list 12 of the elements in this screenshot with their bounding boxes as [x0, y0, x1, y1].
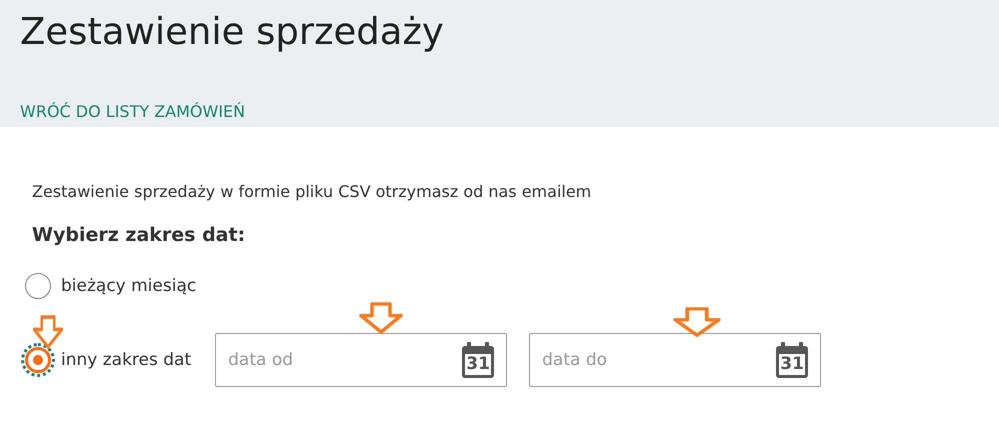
date-field[interactable]: data do 31: [529, 333, 822, 387]
arrow-icon: [32, 315, 64, 350]
back-link[interactable]: WRÓĆ DO LISTY ZAMÓWIEŃ: [20, 102, 246, 121]
radio-option[interactable]: inny zakres dat: [25, 347, 192, 373]
radio-option[interactable]: bieżący miesiąc: [25, 273, 196, 299]
page-title: Zestawienie sprzedaży: [20, 9, 445, 55]
arrow-icon: [672, 307, 722, 338]
date-field[interactable]: data od 31: [215, 333, 508, 387]
section-heading: Wybierz zakres dat:: [32, 224, 246, 246]
intro-text: Zestawienie sprzedaży w formie pliku CSV otrzymasz od nas emailem: [32, 182, 592, 201]
radio-button[interactable]: [25, 273, 51, 299]
arrow-icon: [358, 302, 404, 335]
